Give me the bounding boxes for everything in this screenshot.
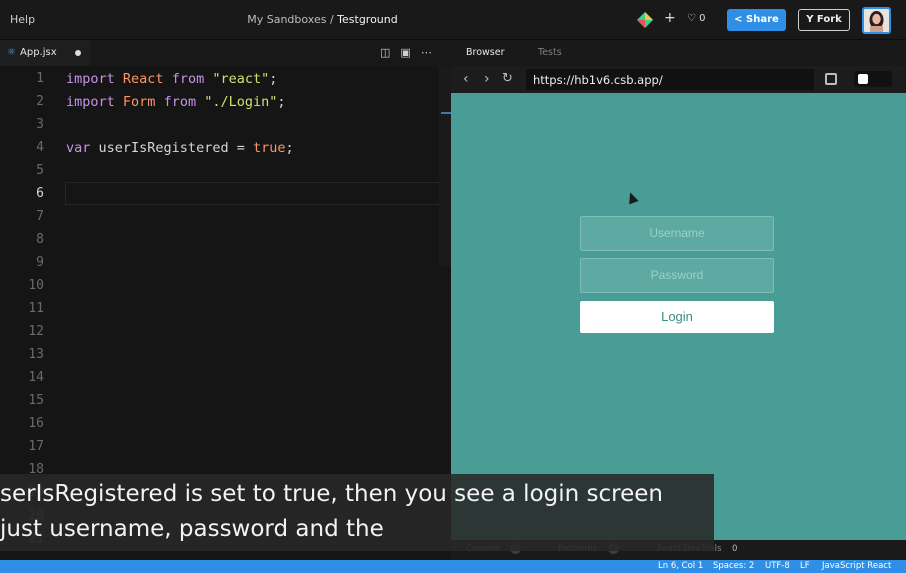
preview-icon[interactable]: ▣ xyxy=(400,46,410,59)
refresh-icon[interactable]: ↻ xyxy=(502,71,513,86)
tab-tests[interactable]: Tests xyxy=(538,47,562,58)
code-line-2[interactable]: import Form from "./Login"; xyxy=(66,94,286,110)
preview-viewport: Username Password Login xyxy=(451,93,906,540)
tab-label: App.jsx xyxy=(20,47,57,58)
preview-tab-bar: Browser Tests xyxy=(451,40,906,66)
video-subtitle: serIsRegistered is set to true, then you… xyxy=(0,474,714,551)
top-bar: Help My Sandboxes / Testground + ♡ 0 < S… xyxy=(0,0,906,40)
split-view-icon[interactable]: ◫ xyxy=(380,46,390,59)
editor-actions: ◫ ▣ ⋯ xyxy=(380,46,442,59)
editor-scrollbar[interactable] xyxy=(439,66,451,266)
subtitle-line-1: serIsRegistered is set to true, then you… xyxy=(0,481,663,507)
tab-app-jsx[interactable]: ⚛ App.jsx xyxy=(0,40,90,66)
encoding[interactable]: UTF-8 xyxy=(765,561,790,571)
breadcrumb-current[interactable]: Testground xyxy=(337,13,398,26)
preview-toggle[interactable] xyxy=(854,71,892,87)
status-bar: Ln 6, Col 1 Spaces: 2 UTF-8 LF JavaScrip… xyxy=(0,560,906,573)
breadcrumb-parent[interactable]: My Sandboxes / xyxy=(247,13,337,26)
line-number-active: 6 xyxy=(36,186,44,201)
mouse-cursor-icon xyxy=(625,190,639,205)
login-button[interactable]: Login xyxy=(580,301,774,333)
react-file-icon: ⚛ xyxy=(7,47,16,58)
back-icon[interactable]: ‹ xyxy=(463,71,469,87)
line-number: 8 xyxy=(36,232,44,247)
avatar-portrait-icon xyxy=(869,11,884,32)
indent-setting[interactable]: Spaces: 2 xyxy=(713,561,754,571)
line-number: 2 xyxy=(36,94,44,109)
cursor-position[interactable]: Ln 6, Col 1 xyxy=(658,561,703,571)
line-number: 14 xyxy=(28,370,44,385)
scroll-position-marker xyxy=(441,112,451,114)
line-number: 7 xyxy=(36,209,44,224)
avatar[interactable] xyxy=(862,7,891,34)
current-line-highlight xyxy=(65,182,440,205)
editor-tab-bar: ⚛ App.jsx ◫ ▣ ⋯ xyxy=(0,40,451,66)
code-line-1[interactable]: import React from "react"; xyxy=(66,71,277,87)
line-number: 1 xyxy=(36,71,44,86)
devtools-count-badge: 0 xyxy=(732,544,738,554)
line-number: 13 xyxy=(28,347,44,362)
code-line-4[interactable]: var userIsRegistered = true; xyxy=(66,140,294,156)
line-number: 5 xyxy=(36,163,44,178)
line-number: 15 xyxy=(28,393,44,408)
username-input[interactable]: Username xyxy=(580,216,774,251)
unsaved-dot-icon xyxy=(75,50,81,56)
line-number: 12 xyxy=(28,324,44,339)
codesandbox-logo-icon xyxy=(637,12,653,28)
fork-button[interactable]: Y Fork xyxy=(798,9,850,31)
toggle-knob-icon xyxy=(858,74,868,84)
password-input[interactable]: Password xyxy=(580,258,774,293)
open-new-window-icon[interactable] xyxy=(825,73,837,85)
tab-browser[interactable]: Browser xyxy=(466,47,505,58)
breadcrumb: My Sandboxes / Testground xyxy=(0,13,645,26)
line-number: 10 xyxy=(28,278,44,293)
language-mode[interactable]: JavaScript React xyxy=(822,561,891,571)
line-ending[interactable]: LF xyxy=(800,561,810,571)
line-number: 11 xyxy=(28,301,44,316)
subtitle-line-2: just username, password and the xyxy=(0,516,384,542)
line-number: 3 xyxy=(36,117,44,132)
share-button[interactable]: < Share xyxy=(727,9,786,31)
like-button[interactable]: ♡ 0 xyxy=(687,13,706,24)
add-icon[interactable]: + xyxy=(664,10,676,26)
url-text: https://hb1v6.csb.app/ xyxy=(533,73,663,87)
forward-icon[interactable]: › xyxy=(484,71,490,87)
browser-url-bar: ‹ › ↻ https://hb1v6.csb.app/ xyxy=(451,66,906,93)
line-number: 17 xyxy=(28,439,44,454)
more-icon[interactable]: ⋯ xyxy=(421,46,432,59)
line-number: 4 xyxy=(36,140,44,155)
url-input[interactable]: https://hb1v6.csb.app/ xyxy=(526,69,814,90)
line-number: 16 xyxy=(28,416,44,431)
line-number: 9 xyxy=(36,255,44,270)
